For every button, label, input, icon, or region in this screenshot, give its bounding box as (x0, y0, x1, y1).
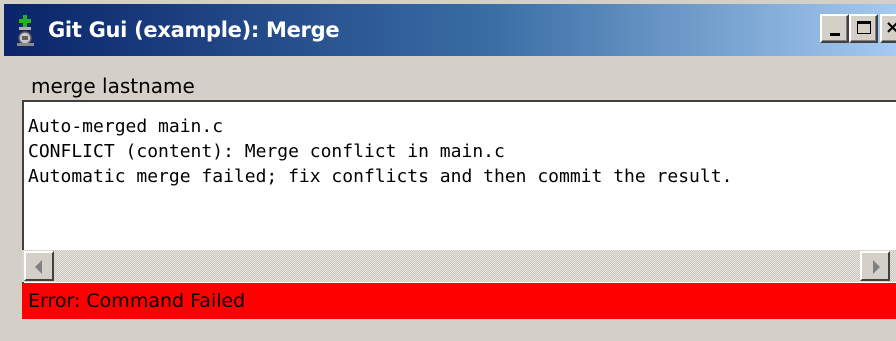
scroll-left-icon (35, 260, 42, 274)
console-line: Automatic merge failed; fix conflicts an… (28, 166, 733, 187)
scroll-left-button[interactable] (24, 251, 54, 281)
scroll-right-icon (873, 260, 880, 274)
window-title: Git Gui (example): Merge (48, 18, 340, 42)
minimize-button[interactable] (820, 14, 849, 43)
merge-window: Git Gui (example): Merge × merge lastnam… (0, 0, 896, 341)
minimize-icon (830, 33, 840, 36)
console-line: Auto-merged main.c (28, 116, 224, 137)
maximize-icon (857, 21, 871, 34)
command-label: merge lastname (31, 74, 195, 98)
error-message: Error: Command Failed (28, 290, 246, 312)
close-icon: × (885, 17, 896, 38)
console-line: CONFLICT (content): Merge conflict in ma… (28, 141, 505, 162)
horizontal-scrollbar[interactable] (22, 250, 896, 282)
close-button[interactable]: × (880, 14, 896, 43)
git-gui-icon (14, 15, 38, 47)
maximize-button[interactable] (849, 14, 878, 43)
title-bar[interactable]: Git Gui (example): Merge × (4, 4, 896, 56)
status-bar-error: Error: Command Failed (22, 283, 896, 319)
scroll-right-button[interactable] (860, 251, 890, 281)
console-text[interactable]: Auto-merged main.c CONFLICT (content): M… (28, 114, 732, 189)
